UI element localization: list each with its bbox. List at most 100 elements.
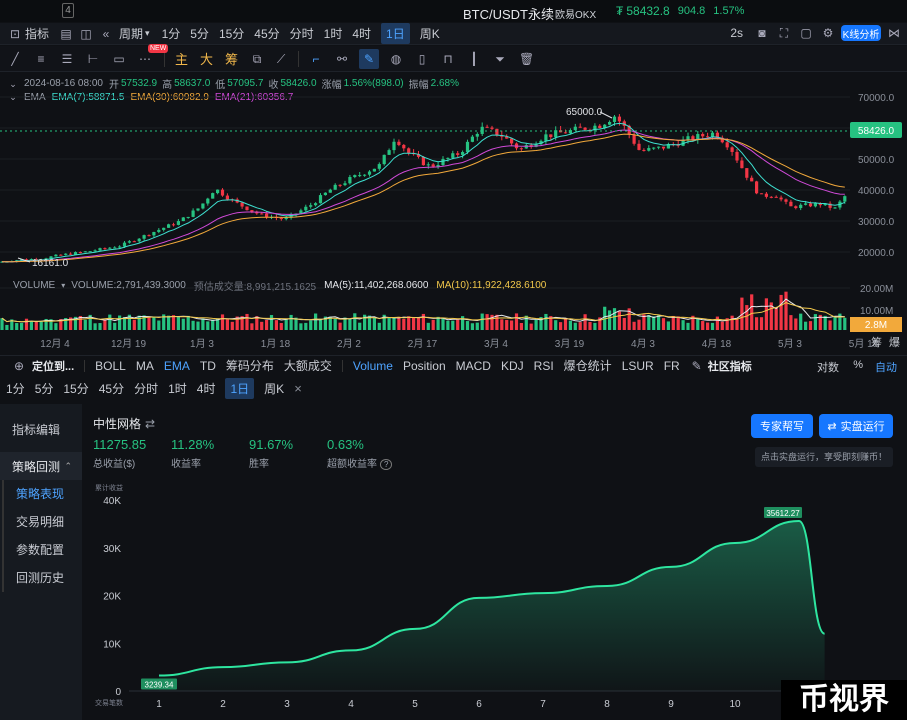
edit-icon[interactable]: ✎ [690,359,704,373]
main-indicator-item[interactable]: EMA [164,359,190,373]
backtest-menu-item[interactable]: 策略表现 [4,480,82,508]
sub-indicator-item[interactable]: FR [664,359,680,373]
strategy-backtest-tab[interactable]: 策略回测 ⌃ [0,452,82,480]
lock-icon[interactable]: ⊓ [441,52,455,66]
main-force-chip[interactable]: 主 [175,49,188,68]
interval-tab[interactable]: 4时 [197,380,216,397]
indicator-edit-tab[interactable]: 指标编辑 [0,404,82,438]
backtest-sidebar: 指标编辑 策略回测 ⌃ 策略表现 交易明细 参数配置 回测历史 [0,404,82,720]
auto-scale-toggle[interactable]: 自动 [875,359,897,375]
volume-bar [24,318,29,330]
main-indicator-item[interactable]: TD [200,359,216,373]
volume-bar [137,315,141,330]
sub-indicator-item[interactable]: Volume [353,359,393,373]
interval-tab[interactable]: 15分 [219,25,244,42]
horizontal-lines-icon[interactable]: ≡ [34,52,48,66]
clipboard-icon[interactable]: ▯ [415,52,429,66]
target-icon[interactable]: ⊕ [12,359,26,373]
candle-body [304,206,308,211]
main-indicator-item[interactable]: MA [136,359,154,373]
backtest-menu-item[interactable]: 参数配置 [4,536,82,564]
sub-indicator-item[interactable]: Position [403,359,446,373]
sub-indicator-item[interactable]: LSUR [622,359,654,373]
rectangle-icon[interactable]: ▭ [112,52,126,66]
trendline-icon[interactable]: ╱ [8,52,22,66]
expert-write-button[interactable]: 专家帮写 [751,414,813,438]
calendar-icon[interactable]: ▤ [59,27,73,41]
large-order-chip[interactable]: 大 [200,49,213,68]
help-icon[interactable]: ? [380,459,393,470]
main-indicator-item[interactable]: BOLL [95,359,126,373]
interval-tab[interactable]: 1日 [381,23,410,44]
peak-label: 65000.0 [566,107,603,118]
sub-indicator-item[interactable]: MACD [456,359,491,373]
interval-tab[interactable]: 15分 [63,380,88,397]
date-tick: 1月 3 [190,338,214,350]
volume-bar [416,317,421,330]
log-scale-toggle[interactable]: 对数 [817,359,839,375]
sub-indicator-item[interactable]: RSI [534,359,554,373]
locate-button[interactable]: 定位到... [32,358,74,374]
close-icon[interactable]: × [294,381,302,396]
volume-bar [843,317,847,330]
community-indicator-button[interactable]: 社区指标 [708,358,752,374]
copy-icon[interactable]: ⧉ [250,52,264,66]
interval-tab[interactable]: 1分 [162,25,181,42]
fullscreen-icon[interactable]: ⛶ [777,26,791,40]
share-icon[interactable]: ⋈ [887,26,901,40]
interval-tab[interactable]: 周K [264,380,284,397]
interval-tab[interactable]: 1时 [324,25,343,42]
volume-label[interactable]: VOLUME [13,280,55,291]
symbol-title[interactable]: BTC/USDT永续 [463,4,554,23]
live-run-button[interactable]: ⇄ 实盘运行 [819,414,893,438]
backtest-menu-item[interactable]: 交易明细 [4,508,82,536]
candle-body [113,247,117,249]
layout-icon[interactable]: ◫ [79,27,93,41]
indicator-button[interactable]: ⊡ 指标 [8,25,49,42]
refresh-interval[interactable]: 2s [730,26,743,40]
rewind-icon[interactable]: « [99,27,113,41]
magnet-icon[interactable]: ⌐ [309,52,323,66]
interval-tab[interactable]: 5分 [190,25,209,42]
main-indicator-item[interactable]: 大额成交 [284,357,332,374]
volume-bar [706,322,710,330]
camera-icon[interactable]: ◙ [755,26,769,40]
popout-icon[interactable]: ▢ [799,26,813,40]
draw-mode-icon[interactable]: ✎ [359,48,380,69]
chip-distribution-chip[interactable]: 筹 [225,49,238,68]
backtest-menu-item[interactable]: 回测历史 [4,564,82,592]
interval-tab[interactable]: 45分 [99,380,124,397]
candle-body [78,252,82,254]
eye-icon[interactable]: ◍ [389,52,403,66]
more-tools-icon[interactable]: ⋯ NEW [138,43,169,66]
swap-icon[interactable]: ⇄ [145,417,155,431]
interval-tab[interactable]: 1时 [168,380,187,397]
ray-icon[interactable]: ⊢ [86,52,100,66]
candle-body [225,195,229,200]
interval-tab[interactable]: 1日 [225,377,255,399]
interval-tab[interactable]: 分时 [134,380,158,397]
sub-indicator-item[interactable]: 爆仓统计 [564,357,612,374]
interval-tab[interactable]: 周K [420,25,440,42]
chip-side-button[interactable]: 筹 [871,334,882,350]
interval-tab[interactable]: 4时 [352,25,371,42]
chevron-down-icon[interactable]: ▾ [61,281,65,290]
link-icon[interactable]: ⚯ [335,52,349,66]
interval-tab[interactable]: 45分 [254,25,279,42]
parallel-channel-icon[interactable]: ☰ [60,52,74,66]
interval-tab[interactable]: 5分 [35,380,54,397]
liquidation-side-button[interactable]: 爆 [889,334,900,350]
interval-tab[interactable]: 分时 [290,25,314,42]
filter-icon[interactable]: ⏷ [493,52,507,66]
candle-icon[interactable]: ┃ [467,52,481,66]
period-dropdown[interactable]: 周期 ▾ [119,25,150,42]
trash-icon[interactable]: 🗑 [519,52,534,66]
sub-indicator-item[interactable]: KDJ [501,359,524,373]
main-indicator-item[interactable]: 筹码分布 [226,357,274,374]
settings-icon[interactable]: ⚙ [821,26,835,40]
kline-chart[interactable]: 70000.060000.050000.040000.030000.020000… [0,72,907,354]
clear-drawing-icon[interactable]: ⟋ [274,52,288,66]
kline-analysis-button[interactable]: K线分析 [841,25,881,41]
interval-tab[interactable]: 1分 [6,380,25,397]
percent-scale-toggle[interactable]: % [853,359,863,371]
